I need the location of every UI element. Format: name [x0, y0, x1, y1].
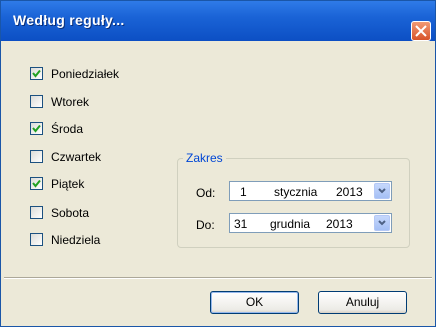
saturday-checkbox[interactable] — [30, 206, 43, 219]
separator — [4, 277, 432, 279]
to-date-picker[interactable]: 31 grudnia 2013 — [229, 213, 392, 233]
friday-label: Piątek — [51, 177, 85, 191]
checkmark-icon — [32, 69, 41, 78]
dialog-window: Według reguły... Poniedziałek Wtorek Śro… — [0, 0, 436, 327]
tuesday-checkbox[interactable] — [30, 95, 43, 108]
to-label: Do: — [196, 218, 215, 232]
chevron-down-icon — [378, 220, 386, 226]
to-year: 2013 — [326, 217, 353, 231]
from-month: stycznia — [274, 185, 318, 199]
checkmark-icon — [32, 124, 41, 133]
saturday-label: Sobota — [51, 206, 90, 220]
to-day: 31 — [234, 217, 248, 231]
close-icon — [415, 25, 427, 37]
monday-label: Poniedziałek — [51, 67, 120, 81]
tuesday-label: Wtorek — [51, 95, 90, 109]
wednesday-checkbox[interactable] — [30, 122, 43, 135]
dialog-body: Poniedziałek Wtorek Środa Czwartek Piąte… — [4, 41, 432, 323]
wednesday-label: Środa — [51, 122, 84, 136]
cancel-button[interactable]: Anuluj — [318, 291, 407, 314]
monday-checkbox[interactable] — [30, 67, 43, 80]
sunday-checkbox[interactable] — [30, 233, 43, 246]
ok-button[interactable]: OK — [210, 291, 299, 314]
to-date-dropdown-button[interactable] — [374, 215, 390, 231]
checkmark-icon — [32, 179, 41, 188]
from-day: 1 — [240, 185, 247, 199]
thursday-checkbox[interactable] — [30, 150, 43, 163]
date-range-group: Zakres Od: 1 stycznia 2013 Do: 31 grudni… — [177, 151, 410, 248]
friday-checkbox[interactable] — [30, 177, 43, 190]
from-date-picker[interactable]: 1 stycznia 2013 — [229, 181, 392, 201]
sunday-label: Niedziela — [51, 233, 101, 247]
close-button[interactable] — [411, 21, 431, 41]
chevron-down-icon — [378, 188, 386, 194]
from-date-dropdown-button[interactable] — [374, 183, 390, 199]
from-year: 2013 — [336, 185, 363, 199]
title-bar[interactable]: Według reguły... — [1, 1, 435, 41]
thursday-label: Czwartek — [51, 150, 102, 164]
date-range-legend: Zakres — [183, 151, 226, 165]
window-title: Według reguły... — [13, 12, 125, 28]
from-label: Od: — [196, 186, 216, 200]
to-month: grudnia — [270, 217, 311, 231]
